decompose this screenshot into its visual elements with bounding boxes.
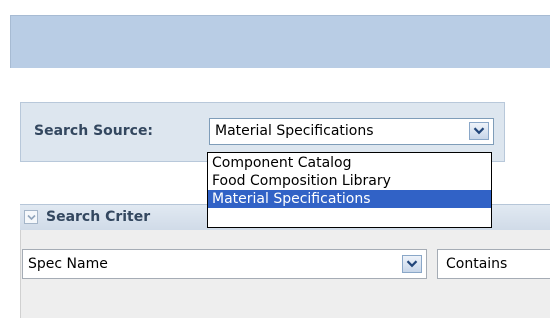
search-source-select[interactable]: Material Specifications (209, 118, 494, 145)
search-source-selected-value: Material Specifications (215, 123, 374, 139)
option-food-composition-library[interactable]: Food Composition Library (208, 172, 491, 190)
search-criteria-title: Search Criter (46, 209, 151, 225)
collapse-chevron-icon[interactable] (24, 210, 38, 224)
chevron-down-icon (473, 127, 485, 135)
criteria-operator-select[interactable]: Contains (437, 249, 550, 279)
option-material-specifications[interactable]: Material Specifications (208, 190, 491, 208)
search-source-options-list[interactable]: Component Catalog Food Composition Libra… (207, 152, 492, 228)
chevron-down-icon (406, 260, 418, 268)
search-source-dropdown-button[interactable] (469, 122, 489, 140)
criteria-field-select[interactable]: Spec Name (22, 249, 427, 279)
search-source-label: Search Source: (34, 123, 154, 139)
criteria-operator-value: Contains (446, 256, 508, 272)
option-component-catalog[interactable]: Component Catalog (208, 154, 491, 172)
criteria-field-dropdown-button[interactable] (402, 255, 422, 273)
top-header-bar (10, 15, 550, 68)
criteria-field-value: Spec Name (28, 256, 108, 272)
